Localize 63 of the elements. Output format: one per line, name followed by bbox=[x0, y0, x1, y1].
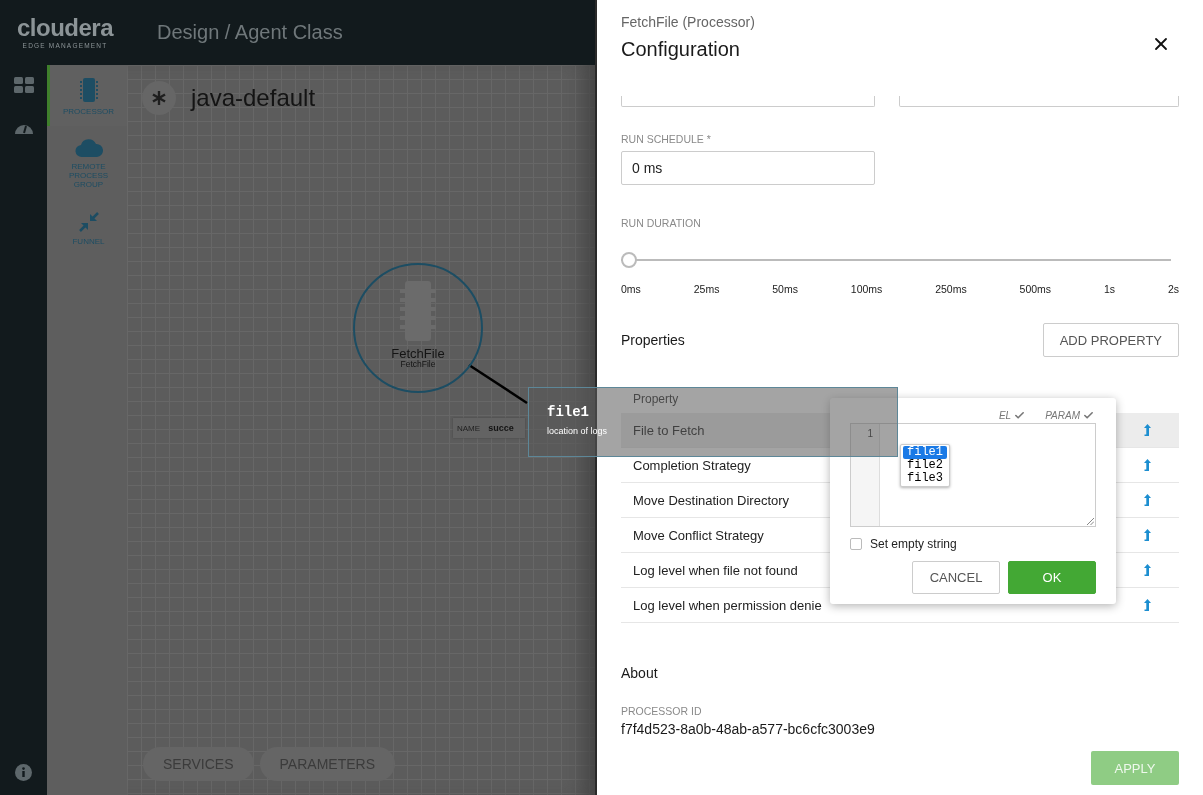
slider-tick-label: 250ms bbox=[935, 283, 967, 295]
slider-tick-label: 100ms bbox=[850, 283, 883, 295]
checkbox-label: Set empty string bbox=[870, 537, 957, 551]
section-title: About bbox=[621, 665, 658, 681]
processor-id: f7f4d523-8a0b-48ab-a577-bc6cfc3003e9 bbox=[621, 721, 875, 737]
field-label: PROCESSOR ID bbox=[621, 705, 702, 717]
arrow-up-icon[interactable] bbox=[1143, 458, 1152, 472]
property-name: File to Fetch bbox=[632, 422, 706, 438]
panel-title: Configuration bbox=[621, 38, 740, 61]
suggestion-item[interactable]: file2 bbox=[903, 459, 947, 472]
slider-tick-label: 25ms bbox=[693, 283, 720, 295]
field-label: RUN SCHEDULE * bbox=[621, 133, 712, 145]
cloud-icon bbox=[74, 138, 103, 158]
property-name: Completion Strategy bbox=[632, 457, 752, 473]
line-number: 1 bbox=[867, 428, 873, 439]
info-icon[interactable] bbox=[15, 764, 32, 781]
flow-name: java-default bbox=[191, 84, 316, 112]
checkbox[interactable] bbox=[850, 538, 862, 550]
arrow-up-icon[interactable] bbox=[1143, 598, 1152, 612]
arrow-up-icon[interactable] bbox=[1143, 423, 1152, 437]
resize-handle-icon[interactable] bbox=[1086, 517, 1094, 525]
input-field[interactable] bbox=[899, 96, 1179, 107]
field-label: RUN DURATION bbox=[621, 217, 702, 229]
connection-label[interactable]: NAME succe bbox=[453, 418, 525, 438]
property-name: Move Conflict Strategy bbox=[632, 527, 765, 543]
property-name: Move Destination Directory bbox=[632, 492, 791, 508]
property-name: Log level when permission denie bbox=[632, 597, 823, 613]
arrow-up-icon[interactable] bbox=[1143, 563, 1152, 577]
node-name: FetchFile bbox=[391, 347, 445, 360]
run-schedule-field[interactable]: 0 ms bbox=[621, 151, 875, 185]
arrows-inward-icon bbox=[77, 211, 100, 233]
connection-name: succe bbox=[488, 423, 514, 433]
connection-key: NAME bbox=[457, 423, 481, 433]
section-title: Properties bbox=[621, 332, 685, 348]
apply-button[interactable]: APPLY bbox=[1091, 751, 1179, 785]
logo-text: cloudera bbox=[17, 16, 113, 40]
breadcrumb: Design / Agent Class bbox=[157, 21, 343, 44]
slider-tick-label: 1s bbox=[1103, 283, 1115, 295]
suggestion-item[interactable]: file1 bbox=[903, 446, 947, 459]
suggestion-item[interactable]: file3 bbox=[903, 472, 947, 485]
flag-name: PARAM bbox=[1045, 410, 1080, 421]
panel-subtitle: FetchFile (Processor) bbox=[621, 14, 755, 30]
column-header: Property bbox=[633, 392, 679, 406]
processor-node[interactable]: FetchFile FetchFile bbox=[353, 263, 483, 393]
grid-icon[interactable] bbox=[13, 77, 34, 93]
input-field[interactable] bbox=[621, 96, 875, 107]
slider-tick-label: 500ms bbox=[1019, 283, 1052, 295]
add-property-button[interactable]: ADD PROPERTY bbox=[1042, 323, 1179, 357]
property-name: Log level when file not found bbox=[632, 562, 799, 578]
flag-name: EL bbox=[998, 410, 1012, 421]
arrow-up-icon[interactable] bbox=[1143, 493, 1152, 507]
ok-button[interactable]: OK bbox=[1008, 561, 1096, 594]
slider-tick-label: 50ms bbox=[772, 283, 798, 295]
asterisk-icon[interactable] bbox=[142, 81, 176, 115]
tooltip-title: file1 bbox=[547, 404, 589, 420]
slider-thumb[interactable] bbox=[621, 252, 637, 268]
chip-icon bbox=[77, 77, 100, 103]
slider-tick-label: 2s bbox=[1167, 283, 1179, 295]
arrow-up-icon[interactable] bbox=[1143, 528, 1152, 542]
slider-tick-label: 0ms bbox=[621, 283, 641, 295]
cancel-button[interactable]: CANCEL bbox=[912, 561, 1000, 594]
code-editor[interactable]: 1 file1 file2 file3 bbox=[850, 423, 1096, 527]
node-type: FetchFile bbox=[400, 360, 436, 369]
